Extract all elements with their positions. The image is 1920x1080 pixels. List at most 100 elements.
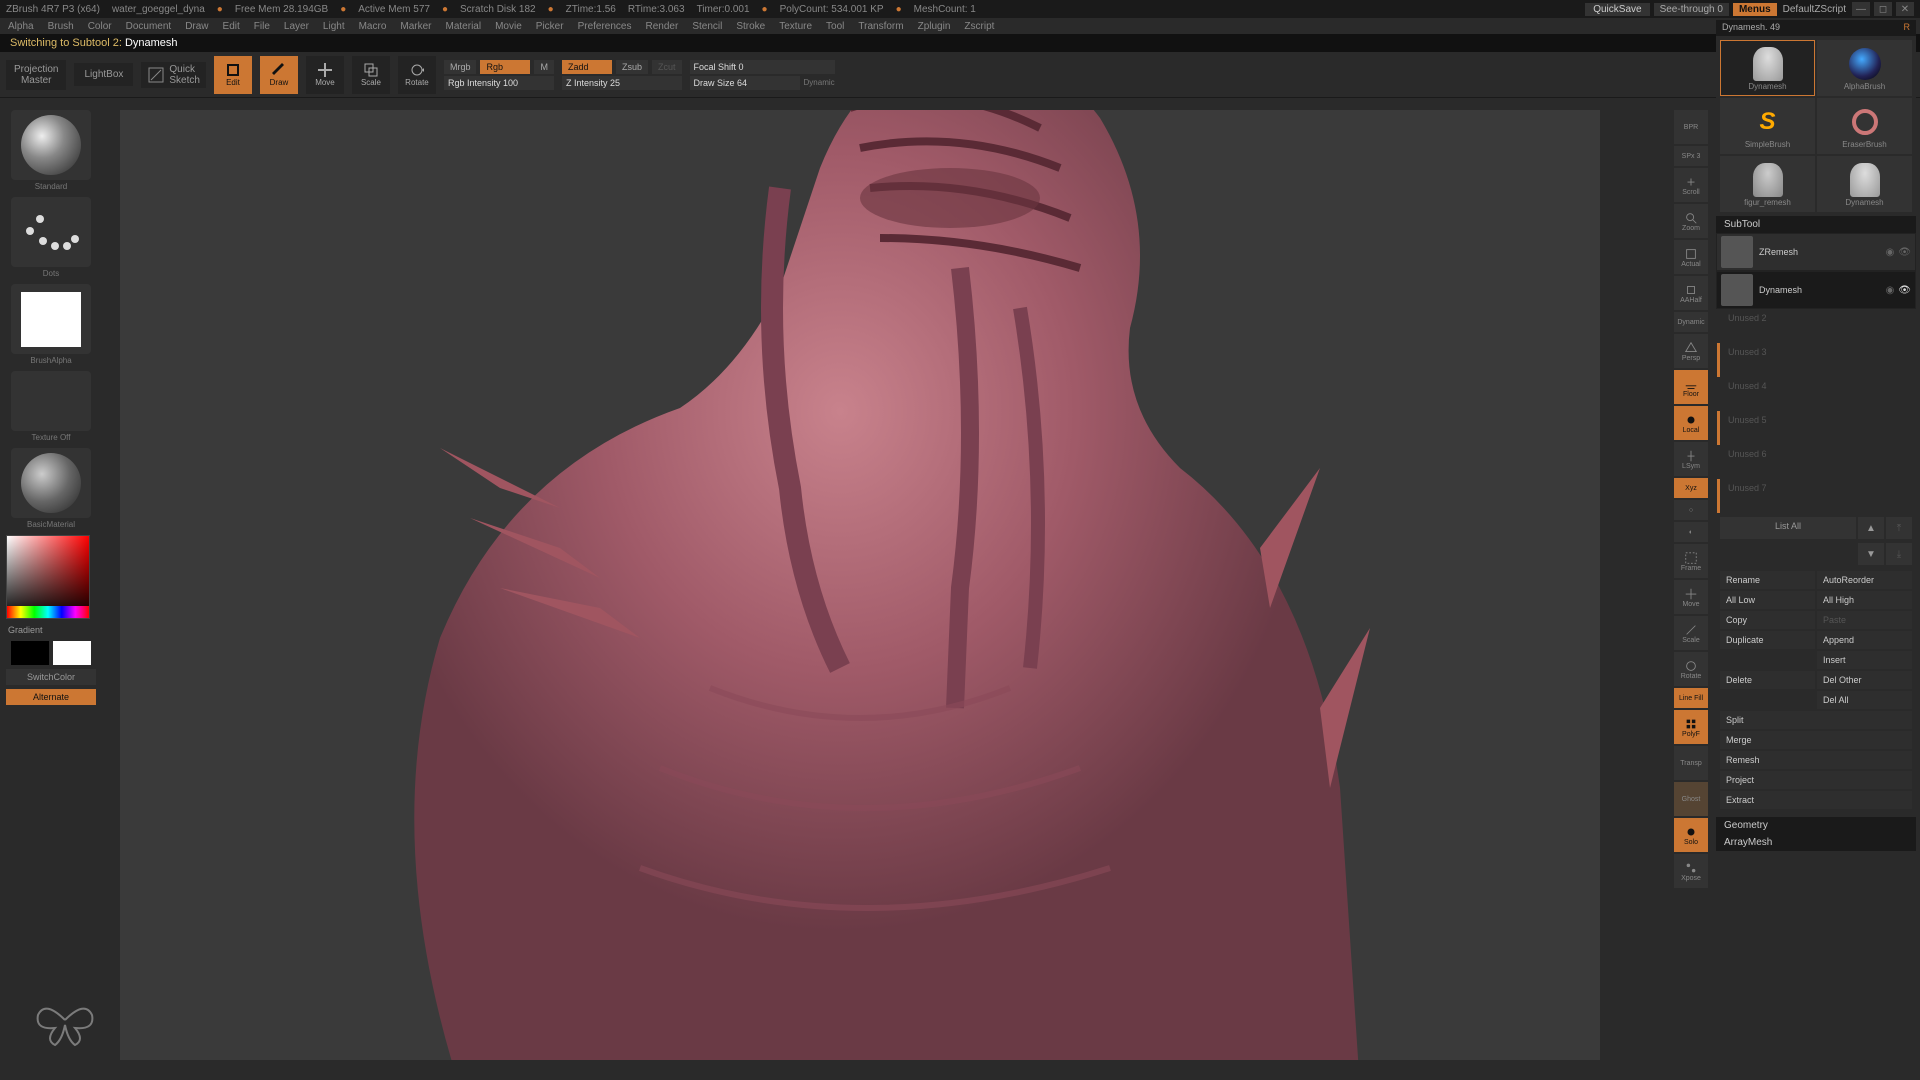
tool-eraserbrush[interactable]: EraserBrush [1817, 98, 1912, 154]
menu-stroke[interactable]: Stroke [736, 21, 765, 32]
geometry-header[interactable]: Geometry [1716, 817, 1916, 834]
xyz-button[interactable]: Xyz [1674, 478, 1708, 498]
unused-3[interactable]: Unused 3 [1717, 343, 1916, 377]
menu-picker[interactable]: Picker [536, 21, 564, 32]
local-button[interactable]: Local [1674, 406, 1708, 440]
minimize-icon[interactable]: — [1852, 2, 1870, 16]
delother-button[interactable]: Del Other [1817, 671, 1912, 689]
menu-file[interactable]: File [254, 21, 270, 32]
unused-5[interactable]: Unused 5 [1717, 411, 1916, 445]
unused-6[interactable]: Unused 6 [1717, 445, 1916, 479]
rgb-button[interactable]: Rgb [480, 60, 530, 74]
menu-render[interactable]: Render [646, 21, 679, 32]
zadd-button[interactable]: Zadd [562, 60, 612, 74]
nav-scale-button[interactable]: Scale [1674, 616, 1708, 650]
close-icon[interactable]: ✕ [1896, 2, 1914, 16]
quick-sketch-button[interactable]: Quick Sketch [141, 62, 206, 88]
lightbox-button[interactable]: LightBox [74, 63, 133, 86]
subtool-zremesh[interactable]: ZRemesh ◉👁 [1716, 233, 1916, 271]
menu-brush[interactable]: Brush [48, 21, 74, 32]
floor-button[interactable]: Floor [1674, 370, 1708, 404]
mrgb-button[interactable]: Mrgb [444, 60, 477, 74]
menu-color[interactable]: Color [88, 21, 112, 32]
projection-master-button[interactable]: Projection Master [6, 60, 66, 90]
focal-shift-slider[interactable]: Focal Shift 0 [690, 60, 835, 74]
bpr-button[interactable]: BPR [1674, 110, 1708, 144]
tool-figur-remesh[interactable]: figur_remesh [1720, 156, 1815, 212]
dynamic-button[interactable]: Dynamic [1674, 312, 1708, 332]
unused-2[interactable]: Unused 2 [1717, 309, 1916, 343]
switchcolor-button[interactable]: SwitchColor [6, 669, 96, 685]
m-button[interactable]: M [534, 60, 554, 74]
texture-selector[interactable]: Texture Off [6, 371, 96, 444]
allhigh-button[interactable]: All High [1817, 591, 1912, 609]
move-down-button[interactable]: ▼ [1858, 543, 1884, 565]
persp-button[interactable]: Persp [1674, 334, 1708, 368]
delete-button[interactable]: Delete [1720, 671, 1815, 689]
alternate-button[interactable]: Alternate [6, 689, 96, 705]
tool-dynamesh[interactable]: Dynamesh [1720, 40, 1815, 96]
edit-mode-button[interactable]: Edit [214, 56, 252, 94]
menu-texture[interactable]: Texture [779, 21, 812, 32]
split-button[interactable]: Split [1720, 711, 1912, 729]
maximize-icon[interactable]: ◻ [1874, 2, 1892, 16]
eye-icon[interactable]: 👁 [1898, 247, 1911, 258]
spx-button[interactable]: SPx 3 [1674, 146, 1708, 166]
move-top-button[interactable]: ⤒ [1886, 517, 1912, 539]
unused-7[interactable]: Unused 7 [1717, 479, 1916, 513]
solo-button[interactable]: Solo [1674, 818, 1708, 852]
menu-edit[interactable]: Edit [223, 21, 240, 32]
material-selector[interactable]: BasicMaterial [6, 448, 96, 531]
zsub-button[interactable]: Zsub [616, 60, 648, 74]
defaultzscript-button[interactable]: DefaultZScript [1781, 3, 1848, 16]
move-mode-button[interactable]: Move [306, 56, 344, 94]
sym-toggle[interactable]: ◐ [1674, 522, 1708, 542]
quicksave-button[interactable]: QuickSave [1585, 3, 1649, 16]
brush-selector[interactable]: Standard [6, 110, 96, 193]
menus-button[interactable]: Menus [1733, 3, 1777, 16]
nav-move-button[interactable]: Move [1674, 580, 1708, 614]
move-bottom-button[interactable]: ⤓ [1886, 543, 1912, 565]
menu-preferences[interactable]: Preferences [578, 21, 632, 32]
rotate-mode-button[interactable]: Rotate [398, 56, 436, 94]
arraymesh-header[interactable]: ArrayMesh [1716, 834, 1916, 851]
polyf-button[interactable]: PolyF [1674, 710, 1708, 744]
color-picker[interactable] [6, 535, 90, 619]
tool-alphabrush[interactable]: AlphaBrush [1817, 40, 1912, 96]
append-button[interactable]: Append [1817, 631, 1912, 649]
zoom-button[interactable]: Zoom [1674, 204, 1708, 238]
nav-rotate-button[interactable]: Rotate [1674, 652, 1708, 686]
subtool-dynamesh[interactable]: Dynamesh ◉👁 [1716, 271, 1916, 309]
z-intensity-slider[interactable]: Z Intensity 25 [562, 76, 682, 90]
copy-button[interactable]: Copy [1720, 611, 1815, 629]
delall-button[interactable]: Del All [1817, 691, 1912, 709]
linefill-button[interactable]: Line Fill [1674, 688, 1708, 708]
swatch-black[interactable] [11, 641, 49, 665]
subtool-header[interactable]: SubTool [1716, 216, 1916, 233]
alllow-button[interactable]: All Low [1720, 591, 1815, 609]
actual-button[interactable]: Actual [1674, 240, 1708, 274]
project-button[interactable]: Project [1720, 771, 1912, 789]
menu-draw[interactable]: Draw [185, 21, 208, 32]
autoreorder-button[interactable]: AutoReorder [1817, 571, 1912, 589]
menu-tool[interactable]: Tool [826, 21, 844, 32]
remesh-button[interactable]: Remesh [1720, 751, 1912, 769]
frame-button[interactable]: Frame [1674, 544, 1708, 578]
scale-mode-button[interactable]: Scale [352, 56, 390, 94]
tool-simplebrush[interactable]: SSimpleBrush [1720, 98, 1815, 154]
move-up-button[interactable]: ▲ [1858, 517, 1884, 539]
m-toggle[interactable]: ○ [1674, 500, 1708, 520]
lsym-button[interactable]: LSym [1674, 442, 1708, 476]
menu-transform[interactable]: Transform [858, 21, 903, 32]
rgb-intensity-slider[interactable]: Rgb Intensity 100 [444, 76, 554, 90]
swatch-white[interactable] [53, 641, 91, 665]
menu-alpha[interactable]: Alpha [8, 21, 34, 32]
list-all-button[interactable]: List All [1720, 517, 1856, 539]
menu-stencil[interactable]: Stencil [692, 21, 722, 32]
menu-light[interactable]: Light [323, 21, 345, 32]
ghost-button[interactable]: Ghost [1674, 782, 1708, 816]
transp-button[interactable]: Transp [1674, 746, 1708, 780]
aahalf-button[interactable]: AAHalf [1674, 276, 1708, 310]
menu-marker[interactable]: Marker [400, 21, 431, 32]
menu-material[interactable]: Material [446, 21, 482, 32]
